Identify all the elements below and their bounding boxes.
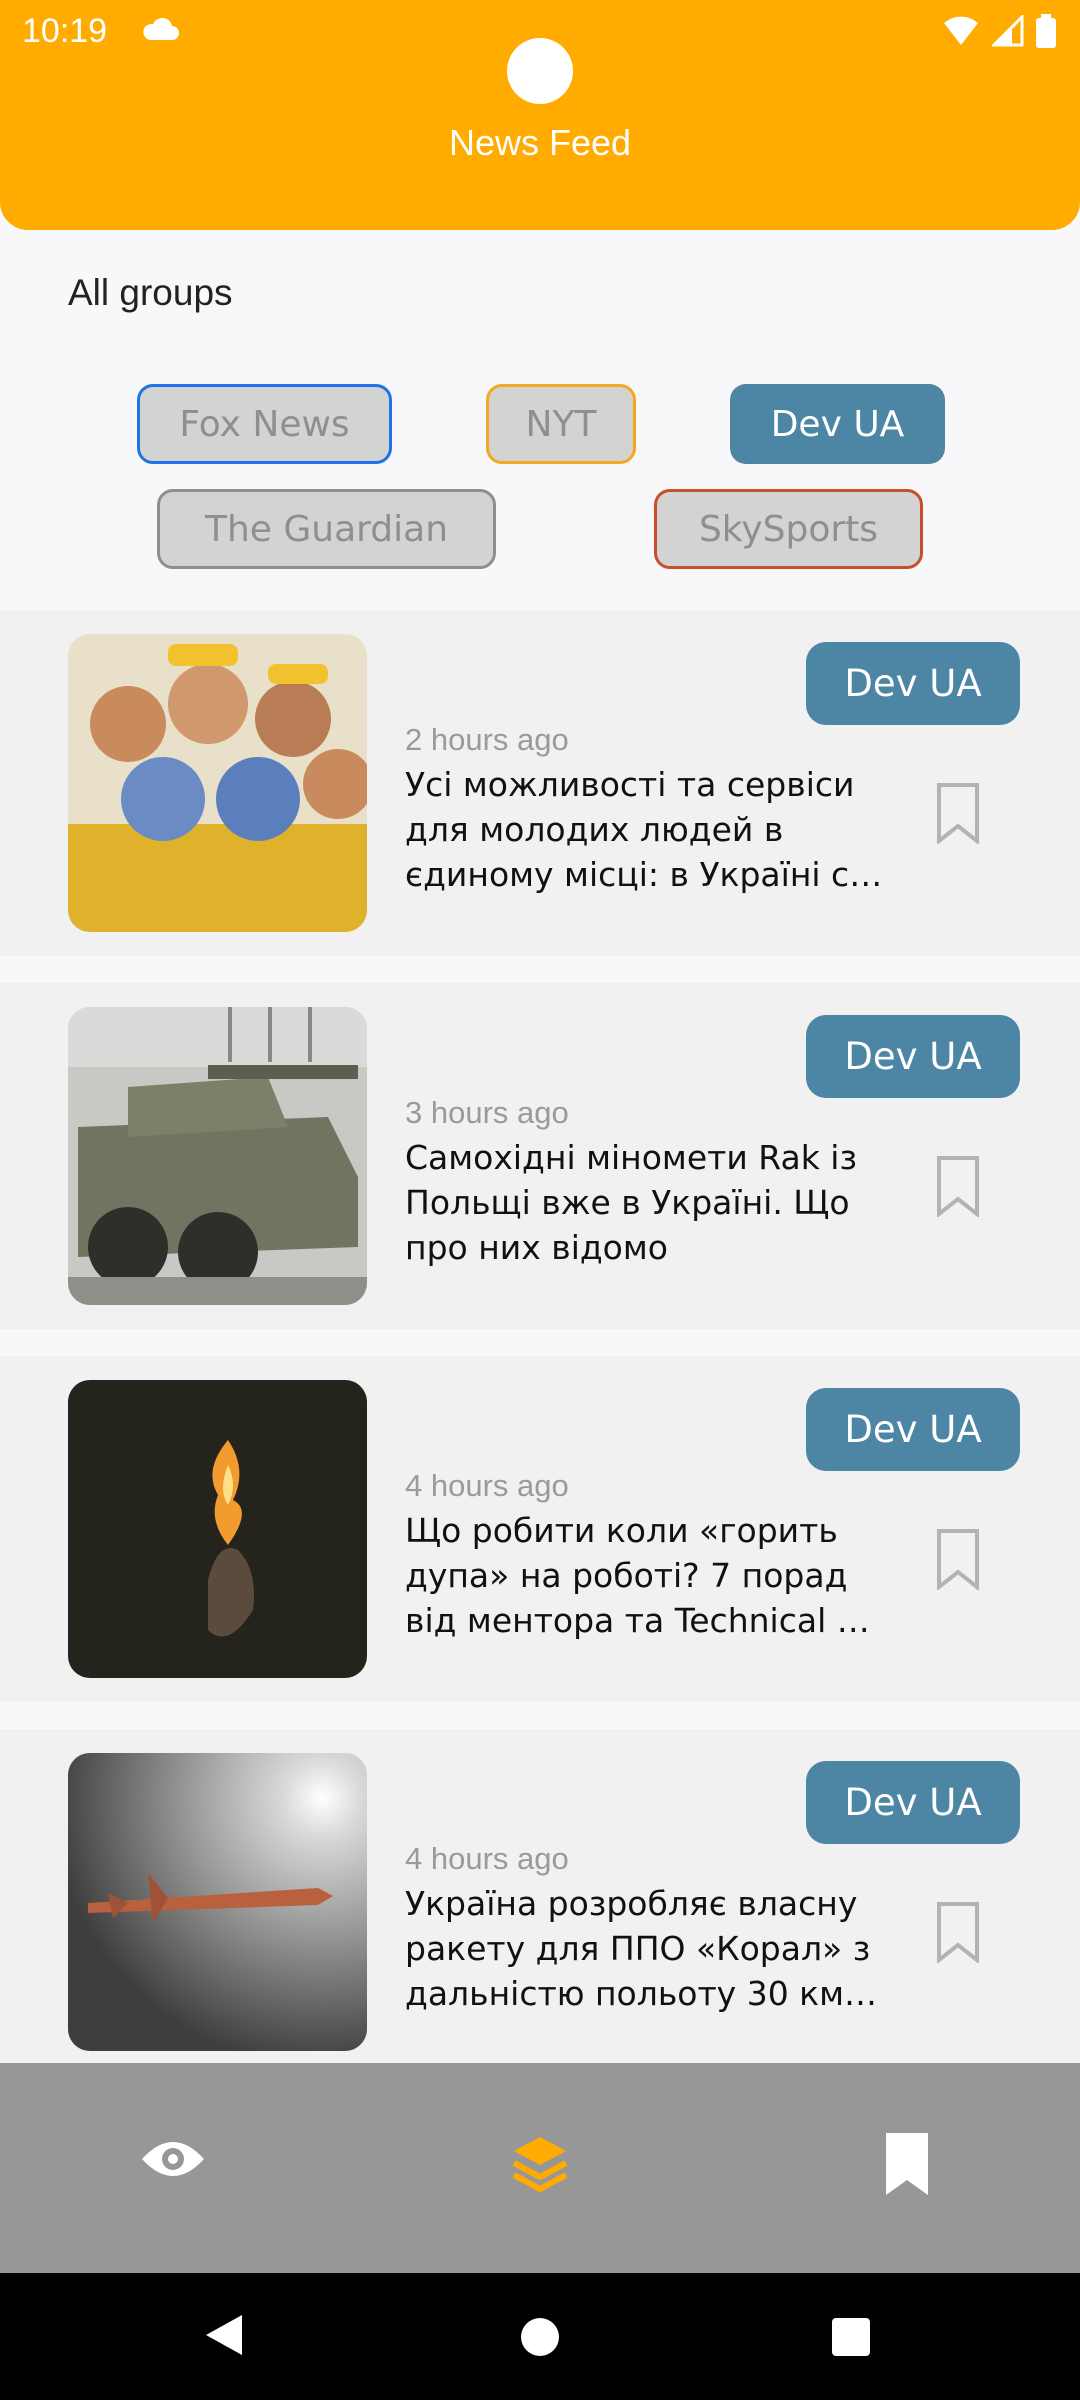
news-thumbnail[interactable] — [68, 1753, 367, 2051]
layers-icon[interactable] — [510, 2133, 570, 2193]
source-badge[interactable]: Dev UA — [806, 1015, 1020, 1098]
chip-fox-news[interactable]: Fox News — [137, 384, 392, 464]
news-title[interactable]: Усі можливості та сервіси для молодих лю… — [405, 762, 885, 897]
chip-dev-ua[interactable]: Dev UA — [730, 384, 945, 464]
status-icons — [942, 14, 1056, 48]
chip-nyt[interactable]: NYT — [486, 384, 636, 464]
app-header: 10:19 News Feed — [0, 0, 1080, 230]
header-avatar[interactable] — [507, 38, 573, 104]
back-icon[interactable] — [204, 2313, 244, 2357]
news-time: 3 hours ago — [405, 1095, 569, 1130]
news-card[interactable]: Dev UA 4 hours ago Що робити коли «горит… — [0, 1356, 1080, 1702]
news-time: 2 hours ago — [405, 722, 569, 757]
news-time: 4 hours ago — [405, 1468, 569, 1503]
eye-icon[interactable] — [140, 2133, 206, 2185]
news-thumbnail[interactable] — [68, 1007, 367, 1305]
cloud-icon — [143, 17, 179, 40]
bookmark-icon[interactable] — [936, 782, 980, 844]
groups-label: All groups — [68, 272, 233, 313]
news-title[interactable]: Україна розробляє власну ракету для ППО … — [405, 1881, 885, 2016]
bookmark-icon[interactable] — [936, 1528, 980, 1590]
news-time: 4 hours ago — [405, 1841, 569, 1876]
news-thumbnail[interactable] — [68, 634, 367, 932]
news-card[interactable]: Dev UA 3 hours ago Самохідні міномети Ra… — [0, 983, 1080, 1329]
news-card[interactable]: Dev UA 4 hours ago Україна розробляє вла… — [0, 1729, 1080, 2075]
chip-skysports[interactable]: SkySports — [654, 489, 923, 569]
page-title: News Feed — [448, 122, 632, 163]
news-thumbnail[interactable] — [68, 1380, 367, 1678]
wifi-icon — [944, 16, 978, 45]
recents-icon[interactable] — [831, 2317, 871, 2357]
home-icon[interactable] — [520, 2317, 560, 2357]
status-time: 10:19 — [22, 12, 108, 50]
source-badge[interactable]: Dev UA — [806, 642, 1020, 725]
bookmark-icon[interactable] — [936, 1155, 980, 1217]
signal-icon — [992, 15, 1024, 47]
battery-icon — [1036, 14, 1056, 48]
news-title[interactable]: Що робити коли «горить дупа» на роботі? … — [405, 1508, 885, 1643]
system-navigation-bar — [0, 2273, 1080, 2400]
bookmark-icon[interactable] — [936, 1901, 980, 1963]
news-title[interactable]: Самохідні міномети Rak із Польщі вже в У… — [405, 1135, 885, 1270]
source-badge[interactable]: Dev UA — [806, 1388, 1020, 1471]
news-card[interactable]: Dev UA 2 hours ago Усі можливості та сер… — [0, 610, 1080, 956]
bookmark-icon[interactable] — [886, 2133, 928, 2195]
chip-the-guardian[interactable]: The Guardian — [157, 489, 496, 569]
bottom-navigation — [0, 2063, 1080, 2273]
source-badge[interactable]: Dev UA — [806, 1761, 1020, 1844]
